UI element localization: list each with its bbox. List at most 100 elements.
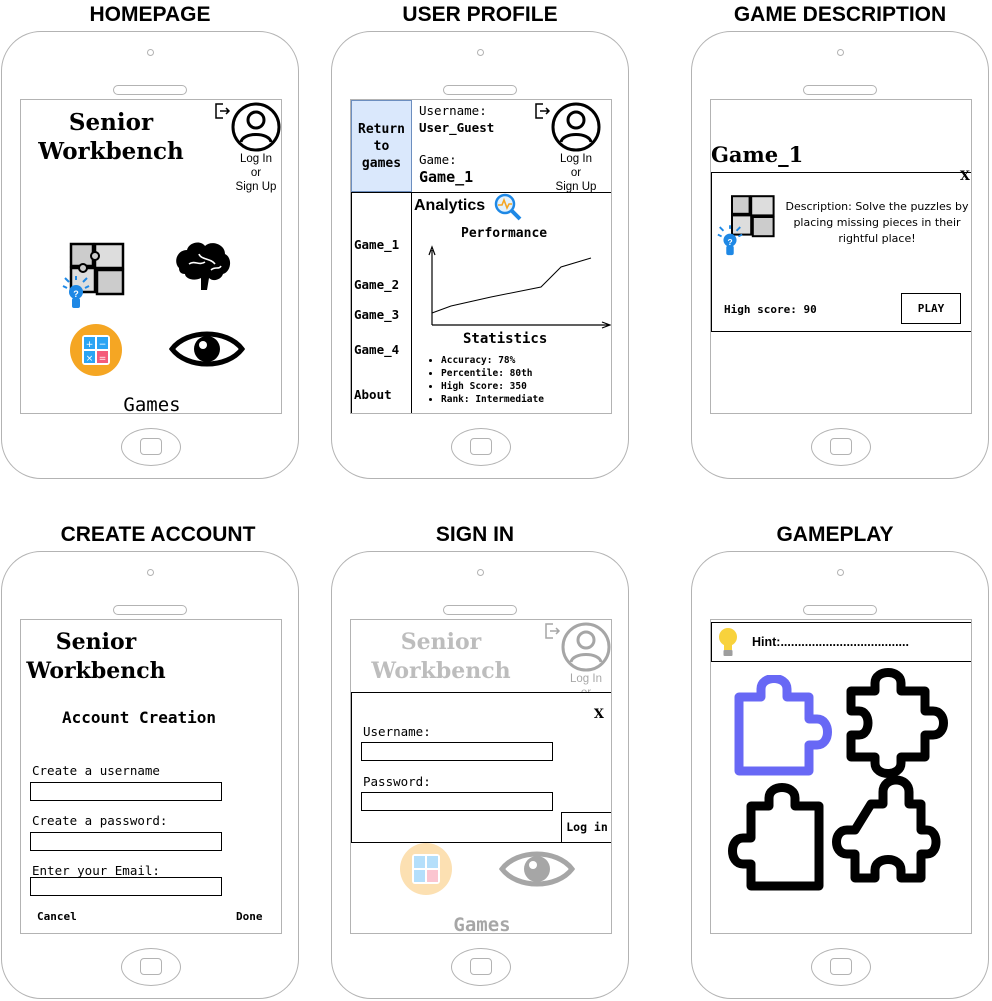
close-button[interactable]: X: [960, 169, 970, 184]
puzzle-piece-icon[interactable]: [721, 780, 836, 895]
camera: [477, 49, 484, 56]
home-button[interactable]: [451, 948, 511, 986]
signup-text: Sign Up: [235, 181, 277, 193]
user-icon[interactable]: [231, 102, 281, 152]
email-label: Enter your Email:: [32, 863, 160, 878]
screen-game-description: Game_1 X ? Description: Solve the puzzle…: [710, 99, 972, 414]
lightbulb-icon: ?: [62, 276, 90, 308]
form-title: Account Creation: [61, 708, 217, 727]
phone-homepage: Senior Workbench Log In or Sign Up ? + −…: [1, 31, 299, 479]
speaker: [443, 85, 517, 95]
return-to-games-button[interactable]: Return to games: [351, 100, 412, 192]
puzzle-piece-icon[interactable]: [829, 770, 944, 890]
home-square: [470, 958, 492, 975]
brain-icon[interactable]: [171, 240, 233, 295]
stat-accuracy: Accuracy: 78%: [441, 354, 544, 367]
done-button[interactable]: Done: [236, 910, 263, 923]
games-label: Games: [123, 394, 181, 414]
or-text: or: [570, 167, 582, 179]
phone-gameplay: Hint:...................................…: [691, 551, 989, 999]
nav-item-game-2[interactable]: Game_2: [354, 277, 399, 292]
home-button[interactable]: [811, 428, 871, 466]
cancel-button[interactable]: Cancel: [37, 910, 77, 923]
login-text: Log In: [240, 153, 272, 165]
home-button[interactable]: [121, 948, 181, 986]
logout-icon[interactable]: [534, 102, 552, 120]
nav-item-game-4[interactable]: Game_4: [354, 342, 399, 357]
lightbulb-icon: ?: [717, 225, 743, 256]
password-label: Create a password:: [32, 813, 168, 828]
stat-percentile: Percentile: 80th: [441, 367, 544, 380]
logout-icon: [545, 623, 561, 639]
user-icon[interactable]: [551, 102, 601, 152]
camera: [837, 49, 844, 56]
login-button[interactable]: Log in: [561, 812, 611, 843]
home-square: [830, 958, 852, 975]
screen-user-profile: Return to games Username: User_Guest Gam…: [350, 99, 612, 414]
nav-item-game-3[interactable]: Game_3: [354, 307, 399, 322]
performance-label: Performance: [461, 226, 548, 241]
calculator-icon: [400, 843, 452, 895]
svg-text:?: ?: [73, 289, 79, 299]
logout-icon[interactable]: [214, 102, 232, 120]
analytics-icon: [494, 193, 522, 221]
screen-sign-in: Senior Workbench Log In or: [350, 619, 612, 934]
username-field[interactable]: [30, 782, 222, 801]
game-title: Game_1: [711, 142, 804, 167]
screen-create-account: Senior Workbench Account Creation Create…: [20, 619, 282, 934]
password-field[interactable]: [361, 792, 553, 811]
home-button[interactable]: [121, 428, 181, 466]
speaker: [803, 605, 877, 615]
performance-chart: [428, 245, 611, 329]
home-square: [140, 438, 162, 455]
camera: [147, 49, 154, 56]
nav-item-about[interactable]: About: [354, 387, 392, 402]
svg-text:?: ?: [727, 237, 732, 247]
stat-rank: Rank: Intermediate: [441, 393, 544, 406]
game-description-modal: X ? Description: Solve the puzzles by pl…: [711, 169, 971, 332]
username-label: Create a username: [32, 763, 160, 778]
email-field[interactable]: [30, 877, 222, 896]
screen-homepage: Senior Workbench Log In or Sign Up ? + −…: [20, 99, 282, 414]
password-label: Password:: [363, 774, 431, 789]
svg-text:×: ×: [86, 354, 94, 364]
login-text: Log In: [570, 673, 602, 685]
game-value: Game_1: [419, 168, 474, 186]
svg-text:=: =: [99, 354, 107, 364]
home-button[interactable]: [811, 948, 871, 986]
nav-item-game-1[interactable]: Game_1: [354, 237, 399, 252]
login-signup-link[interactable]: Log In or Sign Up: [226, 152, 281, 194]
hint-text: Hint:...................................…: [752, 635, 909, 649]
login-signup-link[interactable]: Log In or Sign Up: [546, 152, 606, 194]
lightbulb-icon: [719, 628, 737, 656]
speaker: [803, 85, 877, 95]
username-field[interactable]: [361, 742, 553, 761]
app-title: Senior Workbench: [371, 629, 511, 684]
user-icon: [561, 622, 611, 672]
app-title: Senior Workbench: [38, 109, 184, 165]
speaker: [113, 85, 187, 95]
password-field[interactable]: [30, 832, 222, 851]
camera: [477, 569, 484, 576]
username-label: Username:: [363, 724, 431, 739]
puzzle-piece-icon[interactable]: [729, 675, 839, 785]
home-square: [140, 958, 162, 975]
performance-line: [431, 257, 592, 314]
stats-list: Accuracy: 78% Percentile: 80th High Scor…: [429, 354, 544, 406]
eye-icon[interactable]: [169, 325, 245, 373]
calculator-icon[interactable]: + − × =: [69, 323, 123, 377]
game-description-text: Description: Solve the puzzles by placin…: [785, 200, 969, 245]
stat-high-score: High Score: 350: [441, 380, 544, 393]
heading-sign-in: SIGN IN: [435, 523, 515, 546]
home-button[interactable]: [451, 428, 511, 466]
game-label: Game:: [419, 152, 457, 167]
play-button[interactable]: PLAY: [901, 293, 961, 324]
high-score: High score: 90: [724, 303, 817, 316]
puzzle-piece-icon[interactable]: [841, 665, 956, 780]
phone-game-description: Game_1 X ? Description: Solve the puzzle…: [691, 31, 989, 479]
hint-bar[interactable]: Hint:...................................…: [711, 622, 971, 662]
close-button[interactable]: X: [594, 707, 604, 722]
chart-x-axis: [432, 321, 611, 329]
phone-user-profile: Return to games Username: User_Guest Gam…: [331, 31, 629, 479]
camera: [147, 569, 154, 576]
